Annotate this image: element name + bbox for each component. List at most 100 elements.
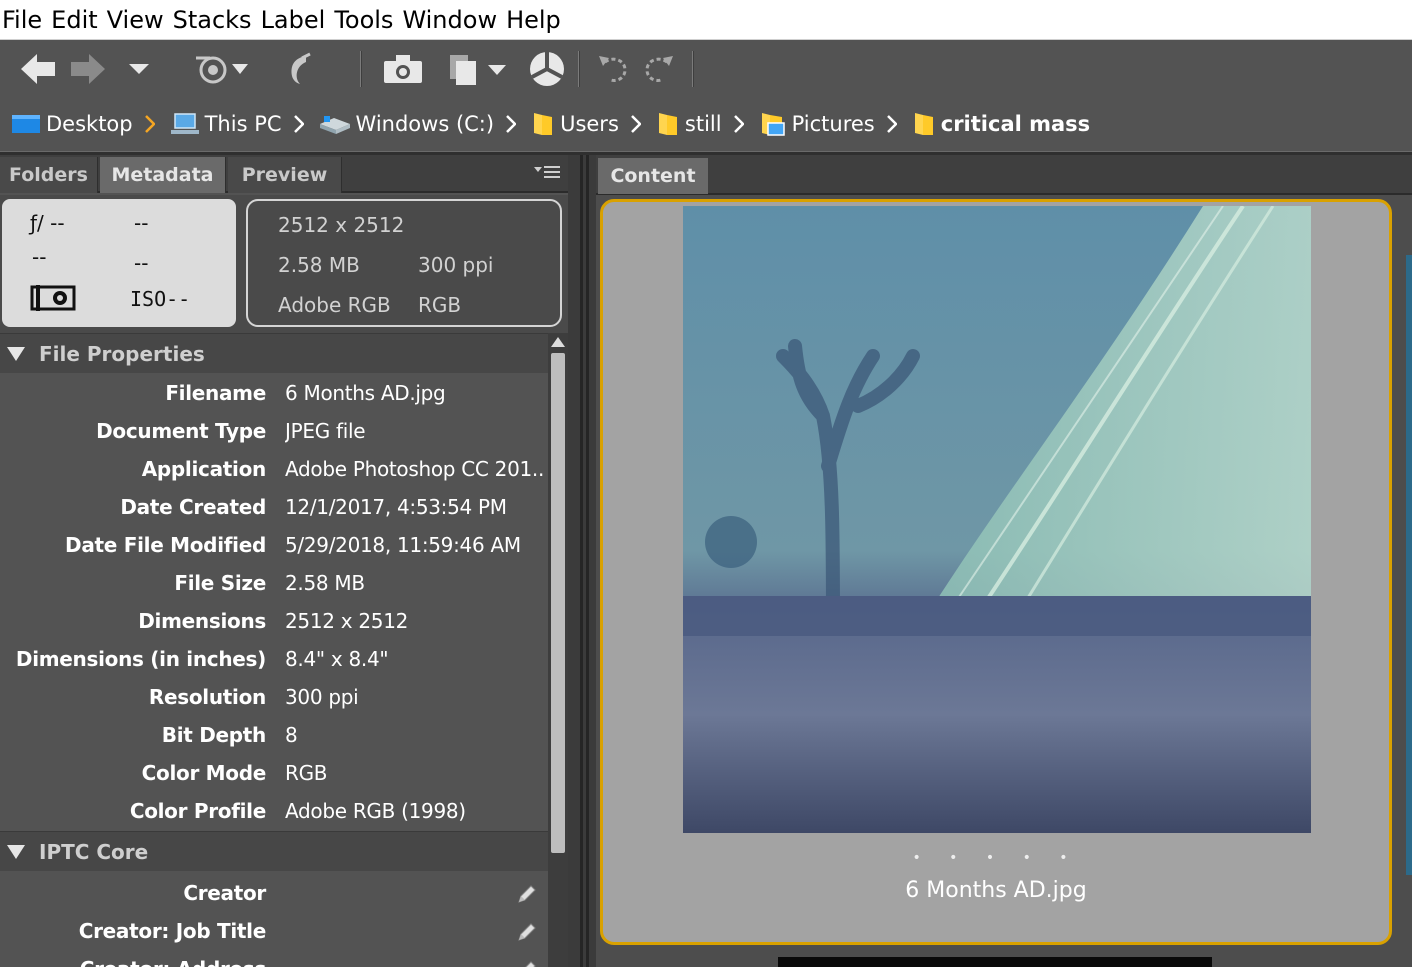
metadata-key: Date File Modified <box>65 533 266 557</box>
metadata-key: Document Type <box>96 419 266 443</box>
metadata-list: File Properties Filename 6 Months AD.jpg D… <box>0 333 548 967</box>
refine-button[interactable] <box>526 47 568 91</box>
forward-button[interactable] <box>68 47 108 91</box>
path-label: still <box>684 112 722 136</box>
toolbar-divider <box>692 51 694 87</box>
metadata-value[interactable]: RGB <box>285 761 545 785</box>
metadata-value[interactable]: 8 <box>285 723 545 747</box>
metadata-value[interactable]: 2512 x 2512 <box>285 609 545 633</box>
pencil-icon[interactable] <box>516 883 538 909</box>
camera-import-button[interactable] <box>380 47 426 91</box>
path-item-desktop[interactable]: Desktop <box>12 97 171 151</box>
metadata-value[interactable]: 8.4" x 8.4" <box>285 647 545 671</box>
color-profile-value: Adobe RGB <box>278 293 391 317</box>
next-row-thumbnail-edge[interactable] <box>778 957 1212 967</box>
metadata-row: Filename 6 Months AD.jpg <box>0 375 548 413</box>
menu-file[interactable]: File <box>0 0 49 40</box>
rotate-left-button[interactable] <box>594 47 630 91</box>
left-panel-tabs: Folders Metadata Preview <box>0 155 568 193</box>
menu-edit[interactable]: Edit <box>49 0 104 40</box>
file-properties-header[interactable]: File Properties <box>0 333 548 373</box>
metadata-key: Filename <box>165 381 266 405</box>
color-mode-value: RGB <box>418 293 462 317</box>
path-item-windows-c[interactable]: Windows (C:) <box>319 97 533 151</box>
metadata-row: Application Adobe Photoshop CC 201... <box>0 451 548 489</box>
panel-splitter[interactable] <box>568 155 596 967</box>
camera-import-icon <box>384 55 422 83</box>
back-button[interactable] <box>18 47 58 91</box>
tab-folders[interactable]: Folders <box>0 157 98 193</box>
path-item-critical-mass[interactable]: critical mass <box>913 97 1090 151</box>
return-to-photoshop-button[interactable] <box>282 47 316 91</box>
rating-dots[interactable]: • • • • • <box>603 850 1389 866</box>
metadata-row: Color Profile Adobe RGB (1998) <box>0 793 548 831</box>
next-thumbnail-edge[interactable] <box>1406 255 1412 875</box>
metadata-value[interactable]: 6 Months AD.jpg <box>285 381 545 405</box>
reveal-recent-button[interactable] <box>190 47 252 91</box>
pictures-folder-icon <box>761 113 785 136</box>
metadata-row: File Size 2.58 MB <box>0 565 548 603</box>
tab-content[interactable]: Content <box>598 158 708 194</box>
expand-triangle-icon <box>7 346 25 361</box>
tab-metadata[interactable]: Metadata <box>100 157 226 193</box>
thumbnail-filename[interactable]: 6 Months AD.jpg <box>603 878 1389 903</box>
metadata-value[interactable]: Adobe Photoshop CC 201... <box>285 457 545 481</box>
metadata-value[interactable]: 5/29/2018, 11:59:46 AM <box>285 533 545 557</box>
file-size-value: 2.58 MB <box>278 253 360 277</box>
metadata-key: Creator: Job Title <box>78 919 267 943</box>
folder-icon <box>658 113 677 135</box>
tab-preview[interactable]: Preview <box>228 157 342 193</box>
metadata-value[interactable]: 2.58 MB <box>285 571 545 595</box>
menu-view[interactable]: View <box>105 0 171 40</box>
menu-stacks[interactable]: Stacks <box>171 0 259 40</box>
section-title: IPTC Core <box>39 839 149 864</box>
thumbnail-card[interactable]: • • • • • 6 Months AD.jpg <box>600 199 1392 945</box>
path-item-this-pc[interactable]: This PC <box>170 97 320 151</box>
chevron-right-icon <box>293 115 304 133</box>
iptc-core-header[interactable]: IPTC Core <box>0 831 548 871</box>
menu-window[interactable]: Window <box>400 0 504 40</box>
metadata-scrollbar[interactable] <box>548 333 568 967</box>
return-to-photoshop-icon <box>291 52 311 84</box>
flash-value: -- <box>134 251 149 275</box>
metadata-key: Color Mode <box>141 761 267 785</box>
metadata-key: Creator: Address <box>80 957 267 967</box>
scroll-up-arrow-icon[interactable] <box>551 337 565 347</box>
path-item-still[interactable]: still <box>657 97 760 151</box>
camera-mode-icon <box>30 283 76 315</box>
folder-icon <box>914 113 933 135</box>
path-label: Desktop <box>46 112 133 136</box>
recent-folders-dropdown[interactable] <box>124 47 154 91</box>
metadata-row: Dimensions 2512 x 2512 <box>0 603 548 641</box>
expand-triangle-icon <box>7 844 25 859</box>
menu-label[interactable]: Label <box>259 0 333 40</box>
metadata-row: Creator: Job Title <box>0 913 548 951</box>
menu-help[interactable]: Help <box>504 0 568 40</box>
panel-menu-button[interactable] <box>534 163 562 185</box>
thumbnail-image[interactable] <box>683 206 1311 833</box>
menu-tools[interactable]: Tools <box>332 0 400 40</box>
metadata-value[interactable]: 12/1/2017, 4:53:54 PM <box>285 495 545 519</box>
pencil-icon[interactable] <box>516 959 538 967</box>
copy-to-button[interactable] <box>444 47 510 91</box>
path-item-users[interactable]: Users <box>532 97 657 151</box>
metadata-row: Dimensions (in inches) 8.4" x 8.4" <box>0 641 548 679</box>
pencil-icon[interactable] <box>516 921 538 947</box>
path-label: critical mass <box>940 112 1091 136</box>
content-panel-tabs: Content <box>596 155 1412 195</box>
camera-data-box: ƒ/ -- -- -- -- ISO-- <box>2 199 236 327</box>
path-item-pictures[interactable]: Pictures <box>760 97 913 151</box>
metadata-value[interactable]: Adobe RGB (1998) <box>285 799 545 823</box>
scrollbar-thumb[interactable] <box>551 353 565 853</box>
metadata-key: Bit Depth <box>161 723 267 747</box>
metadata-key: Creator <box>183 881 266 905</box>
chevron-right-icon <box>886 115 897 133</box>
resolution-value: 300 ppi <box>418 253 494 277</box>
path-bar: Desktop This PC Windows (C:) Users still… <box>0 97 1412 151</box>
rotate-right-button[interactable] <box>642 47 678 91</box>
metadata-value[interactable]: JPEG file <box>285 419 545 443</box>
metadata-value[interactable]: 300 ppi <box>285 685 545 709</box>
metadata-row: Creator: Address <box>0 951 548 967</box>
forward-arrow-icon <box>71 54 105 84</box>
metadata-row: Date File Modified 5/29/2018, 11:59:46 AM <box>0 527 548 565</box>
